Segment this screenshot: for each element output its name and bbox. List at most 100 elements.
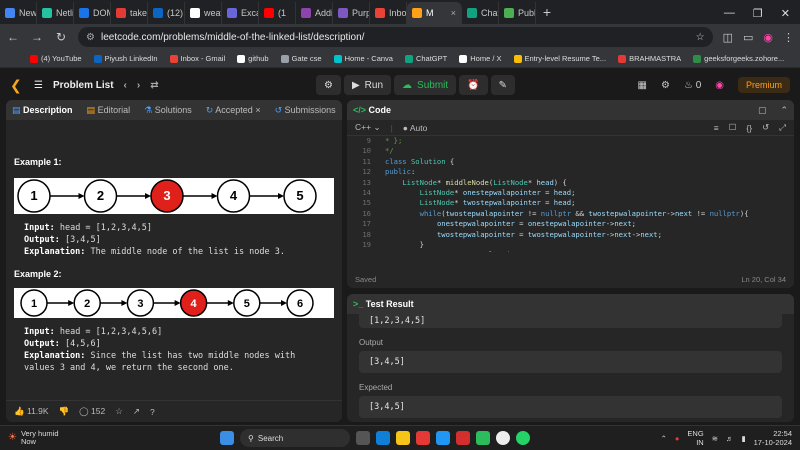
wifi-icon[interactable]: ≋ (712, 434, 718, 443)
streak-counter[interactable]: ♨ 0 (684, 80, 701, 91)
close-tab-icon[interactable]: × (451, 8, 456, 18)
app-icon[interactable] (436, 431, 450, 445)
premium-button[interactable]: Premium (737, 77, 790, 93)
problem-list-link[interactable]: Problem List (53, 80, 114, 91)
fullscreen-icon[interactable]: ⤢ (779, 122, 786, 133)
tab-accepted[interactable]: ↻ Accepted × (206, 105, 261, 116)
auto-mode-toggle[interactable]: ● Auto (403, 123, 428, 133)
bookmark-item[interactable]: (4) YouTube (30, 54, 82, 63)
bookmark-item[interactable]: Gate cse (280, 54, 322, 63)
extensions-icon[interactable]: ◫ (723, 31, 733, 44)
back-icon[interactable]: ← (6, 30, 20, 44)
new-tab-button[interactable]: + (536, 2, 558, 24)
chrome-icon[interactable] (496, 431, 510, 445)
tab-editorial[interactable]: ▤ Editorial (87, 105, 131, 116)
forward-icon[interactable]: → (30, 30, 44, 44)
bookmark-item[interactable]: ChatGPT (404, 54, 447, 63)
notes-button[interactable]: ✎ (490, 75, 515, 95)
browser-tab[interactable]: New C (0, 2, 37, 24)
bookmark-item[interactable]: Piyush LinkedIn (93, 54, 158, 63)
code-tab[interactable]: </> Code (353, 105, 391, 115)
shuffle-icon[interactable]: ⇄ (150, 80, 158, 91)
submit-button[interactable]: ☁ Submit (394, 75, 457, 95)
language-select[interactable]: C++ ⌄ (355, 122, 381, 133)
tray-app-icon[interactable]: ● (675, 434, 680, 443)
next-problem-icon[interactable]: › (137, 80, 140, 91)
settings-icon[interactable]: ⚙ (661, 80, 670, 91)
prev-problem-icon[interactable]: ‹ (124, 80, 127, 91)
browser-menu-icon[interactable]: ⋮ (783, 31, 794, 44)
browser-tab[interactable]: DOM (74, 2, 111, 24)
browser-tab[interactable]: Excali (222, 2, 259, 24)
site-info-icon[interactable]: ⚙ (86, 32, 95, 43)
volume-icon[interactable]: ♬ (726, 434, 734, 443)
battery-icon[interactable]: ▮ (741, 434, 745, 443)
bookmark-item[interactable]: Entry-level Resume Te... (513, 54, 606, 63)
browser-tab[interactable]: (12) Li (148, 2, 185, 24)
leetcode-logo-icon[interactable]: ❮ (10, 77, 24, 93)
minimize-icon[interactable]: — (724, 7, 735, 19)
start-icon[interactable] (220, 431, 234, 445)
debug-button[interactable]: ⚙ (316, 75, 341, 95)
share-icon[interactable]: ↗ (133, 406, 140, 417)
maximize-icon[interactable]: ▢ (758, 105, 767, 116)
test-result-tab[interactable]: >_ Test Result (353, 299, 414, 309)
like-button[interactable]: 👍 11.9K (14, 406, 49, 417)
profile-avatar[interactable]: ◉ (763, 31, 773, 44)
tab-solutions[interactable]: ⚗ Solutions (144, 105, 192, 116)
code-editor[interactable]: 91011121314151617181920 * }; */ class So… (347, 136, 794, 252)
browser-tab[interactable]: Inbox (370, 2, 407, 24)
browser-tab[interactable]: Additi (296, 2, 333, 24)
browser-tab[interactable]: weath (185, 2, 222, 24)
format-icon[interactable]: ≡ (714, 123, 719, 133)
edge-icon[interactable] (376, 431, 390, 445)
tab-submissions[interactable]: ↺ Submissions (275, 105, 336, 116)
taskbar-search[interactable]: ⚲ Search (240, 429, 350, 447)
browser-tab[interactable]: takeu (111, 2, 148, 24)
braces-icon[interactable]: {} (746, 123, 752, 133)
timer-button[interactable]: ⏰ (459, 75, 488, 95)
clock[interactable]: 22:54 17-10-2024 (754, 429, 792, 447)
tab-description[interactable]: ▤ Description (12, 105, 73, 116)
bookmark-star-icon[interactable]: ☆ (696, 32, 705, 43)
bookmark-item[interactable]: geeksforgeeks.zohore... (693, 54, 784, 63)
reload-icon[interactable]: ↻ (54, 30, 68, 44)
browser-tab[interactable]: Purpl (333, 2, 370, 24)
file-explorer-icon[interactable] (396, 431, 410, 445)
browser-tab[interactable]: (1 (259, 2, 296, 24)
close-window-icon[interactable]: ✕ (781, 7, 790, 20)
task-view-icon[interactable] (356, 431, 370, 445)
close-tab-icon[interactable]: × (255, 105, 260, 115)
browser-tab[interactable]: Public (499, 2, 536, 24)
run-button[interactable]: ▶ Run (343, 75, 392, 95)
collapse-icon[interactable]: ⌃ (780, 105, 788, 116)
tray-chevron-icon[interactable]: ⌃ (661, 434, 667, 443)
app-icon[interactable] (416, 431, 430, 445)
bookmark-favicon-icon (513, 54, 522, 63)
bookmark-item[interactable]: Inbox - Gmail (169, 54, 225, 63)
layout-icon[interactable]: ▦ (638, 80, 647, 91)
sidebar-icon[interactable]: ▭ (743, 31, 753, 44)
bookmark-item[interactable]: Home - Canva (333, 54, 393, 63)
bookmark-item[interactable]: Home / X (459, 54, 502, 63)
browser-tab[interactable]: Chatc (462, 2, 499, 24)
app-icon[interactable] (456, 431, 470, 445)
app-icon[interactable] (476, 431, 490, 445)
browser-tab[interactable]: M × (407, 2, 462, 24)
comments-button[interactable]: ◯ 152 (79, 406, 105, 417)
restore-icon[interactable]: ❐ (753, 7, 763, 20)
url-field[interactable]: ⚙ leetcode.com/problems/middle-of-the-li… (78, 27, 713, 47)
weather-widget[interactable]: ☀ Very humid Now (8, 430, 59, 446)
help-icon[interactable]: ? (150, 407, 155, 417)
browser-tab[interactable]: Netlify (37, 2, 74, 24)
star-icon[interactable]: ☆ (115, 406, 123, 417)
problem-list-icon[interactable]: ☰ (34, 80, 43, 91)
language-indicator[interactable]: ENG IN (687, 429, 703, 447)
bookmark-item[interactable]: BRAHMASTRA (618, 54, 681, 63)
user-avatar[interactable]: ◉ (715, 80, 724, 91)
bookmark-icon[interactable]: ☐ (729, 122, 737, 133)
bookmark-item[interactable]: github (237, 54, 269, 63)
whatsapp-icon[interactable] (516, 431, 530, 445)
reset-icon[interactable]: ↺ (762, 122, 769, 133)
dislike-icon[interactable]: 👎 (59, 406, 70, 417)
